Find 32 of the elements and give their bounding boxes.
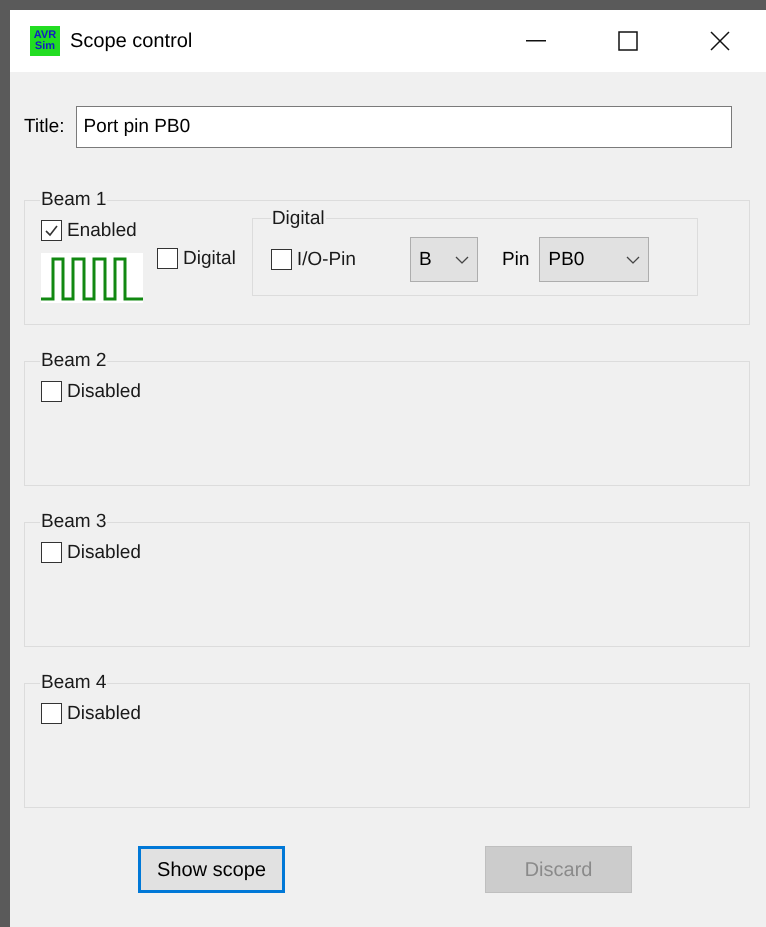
group-legend: Digital bbox=[270, 204, 326, 233]
dialog-button[interactable]: Show scope bbox=[138, 846, 285, 893]
close-icon bbox=[710, 31, 730, 51]
checkbox-label: Enabled bbox=[67, 218, 137, 242]
checkbox-label: I/O-Pin bbox=[296, 248, 356, 272]
group-legend: Beam 2 bbox=[40, 347, 108, 376]
group-legend: Beam 1 bbox=[40, 186, 108, 214]
checkbox-label: Disabled bbox=[67, 702, 141, 726]
dropdown[interactable]: B bbox=[410, 237, 478, 282]
checkmark-icon bbox=[44, 223, 59, 238]
group-legend: Beam 3 bbox=[40, 508, 108, 536]
checkbox[interactable] bbox=[41, 542, 62, 564]
chevron-down-icon bbox=[626, 256, 640, 264]
window-title: Scope control bbox=[70, 29, 192, 54]
square-wave-icon bbox=[41, 253, 143, 303]
minimize-icon bbox=[526, 40, 546, 42]
title-label: Title: bbox=[24, 114, 64, 139]
dropdown[interactable]: PB0 bbox=[539, 237, 650, 282]
title-field[interactable]: Port pin PB0 bbox=[76, 106, 732, 148]
maximize-icon bbox=[618, 31, 638, 51]
checkbox[interactable] bbox=[157, 248, 178, 270]
checkbox-label: Disabled bbox=[67, 540, 141, 564]
checkbox-label: Digital bbox=[183, 246, 236, 270]
pin-label: Pin bbox=[502, 248, 530, 272]
checkbox[interactable] bbox=[270, 249, 292, 270]
checkbox-label: Disabled bbox=[67, 380, 141, 404]
checkbox[interactable] bbox=[41, 381, 62, 402]
group-legend: Beam 4 bbox=[40, 669, 108, 698]
checkbox[interactable] bbox=[41, 703, 62, 724]
checkbox[interactable] bbox=[41, 220, 62, 242]
chevron-down-icon bbox=[454, 256, 469, 264]
app-logo: AVR Sim bbox=[30, 26, 60, 56]
